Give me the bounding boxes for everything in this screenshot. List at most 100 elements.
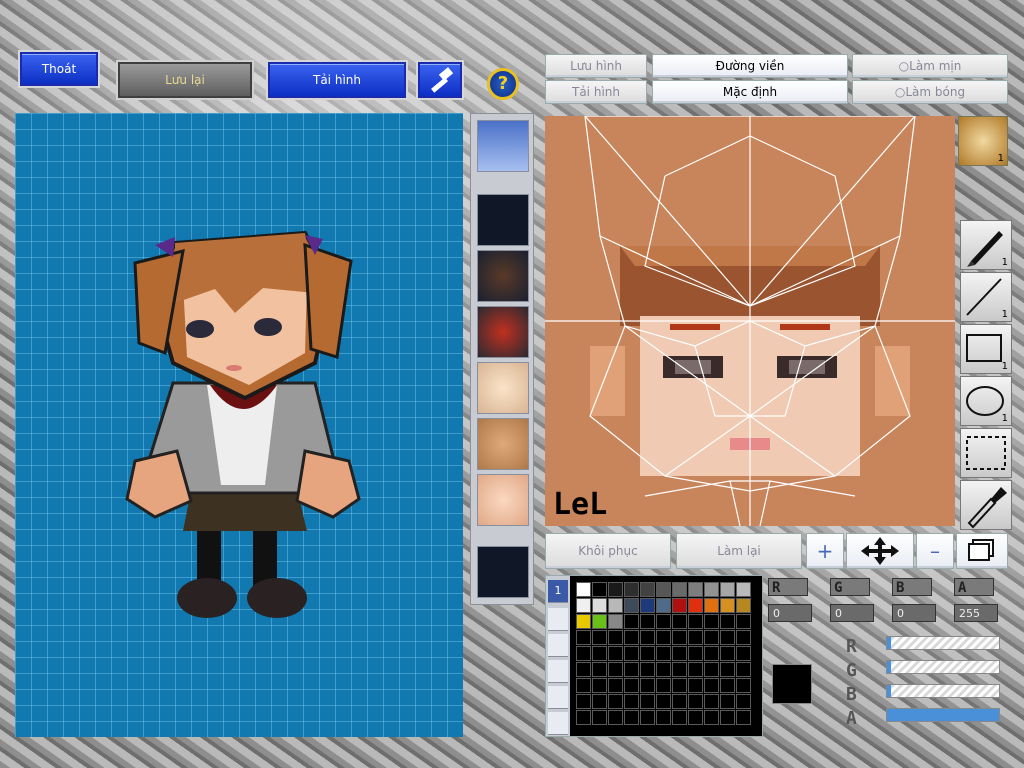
thumb-empty-2[interactable] [477,546,529,598]
palette-swatch[interactable] [736,646,751,661]
palette-swatch[interactable] [624,630,639,645]
palette-swatch[interactable] [592,646,607,661]
palette-swatch[interactable] [576,662,591,677]
palette-swatch[interactable] [720,694,735,709]
palette-swatch[interactable] [672,710,687,725]
palette-swatch[interactable] [672,678,687,693]
alpha-channel-label[interactable]: A [954,578,994,596]
palette-swatch[interactable] [624,646,639,661]
palette-swatch[interactable] [624,614,639,629]
palette-swatch[interactable] [736,630,751,645]
blue-slider[interactable] [886,684,1000,698]
palette-swatch[interactable] [736,694,751,709]
alpha-value-field[interactable]: 255 [954,604,998,622]
palette-swatch[interactable] [720,662,735,677]
palette-swatch[interactable] [656,694,671,709]
palette-swatch[interactable] [688,678,703,693]
palette-swatch[interactable] [720,646,735,661]
tool-eyedropper[interactable] [960,480,1012,530]
palette-swatch[interactable] [624,598,639,613]
palette-swatch[interactable] [704,598,719,613]
red-channel-label[interactable]: R [768,578,808,596]
palette-swatch[interactable] [608,614,623,629]
palette-swatch[interactable] [688,710,703,725]
palette-swatch[interactable] [624,694,639,709]
save-button[interactable]: Lưu lại [116,60,254,100]
alpha-slider[interactable] [886,708,1000,722]
palette-swatch[interactable] [592,598,607,613]
palette-swatch[interactable] [640,710,655,725]
palette-swatch[interactable] [736,710,751,725]
palette-swatch[interactable] [704,678,719,693]
shine-option[interactable]: ○Làm bóng [852,80,1008,104]
save-image-button[interactable]: Lưu hình [545,54,647,78]
palette-swatch[interactable] [736,582,751,597]
character-preview[interactable] [15,113,463,737]
palette-swatch[interactable] [720,598,735,613]
zoom-in-button[interactable]: + [806,533,844,569]
palette-swatch[interactable] [576,630,591,645]
red-value-field[interactable]: 0 [768,604,812,622]
palette-swatch[interactable] [656,630,671,645]
palette-swatch[interactable] [640,598,655,613]
palette-swatch[interactable] [576,710,591,725]
palette-swatch[interactable] [704,630,719,645]
thumb-body[interactable] [477,306,529,358]
palette-swatch[interactable] [672,646,687,661]
layer-button[interactable] [956,533,1008,569]
palette-swatch[interactable] [688,694,703,709]
palette-swatch[interactable] [624,678,639,693]
palette-swatch[interactable] [720,630,735,645]
exit-button[interactable]: Thoát [18,50,100,88]
palette-swatch[interactable] [640,614,655,629]
palette-swatch[interactable] [656,598,671,613]
palette-swatch[interactable] [608,598,623,613]
palette-swatch[interactable] [672,662,687,677]
palette-swatch[interactable] [688,630,703,645]
palette-swatch[interactable] [704,582,719,597]
tool-ellipse[interactable]: 1 [960,376,1012,426]
palette-swatch[interactable] [736,662,751,677]
palette-swatch[interactable] [704,662,719,677]
thumb-face-2[interactable] [477,418,529,470]
palette-tab-4[interactable] [548,660,568,683]
palette-swatch[interactable] [672,598,687,613]
palette-swatch[interactable] [576,694,591,709]
smooth-option[interactable]: ○Làm mịn [852,54,1008,78]
palette-swatch[interactable] [656,662,671,677]
tool-brush[interactable]: 1 [960,220,1012,270]
palette-swatch[interactable] [736,678,751,693]
palette-swatch[interactable] [576,646,591,661]
palette-swatch[interactable] [640,630,655,645]
palette-swatch[interactable] [688,582,703,597]
palette-swatch[interactable] [720,678,735,693]
palette-swatch[interactable] [576,598,591,613]
palette-swatch[interactable] [656,710,671,725]
palette-swatch[interactable] [640,582,655,597]
redo-button[interactable]: Làm lại [676,533,802,569]
palette-swatch[interactable] [704,694,719,709]
palette-swatch[interactable] [592,710,607,725]
green-value-field[interactable]: 0 [830,604,874,622]
palette-swatch[interactable] [656,646,671,661]
tool-line[interactable]: 1 [960,272,1012,322]
tool-selection[interactable] [960,428,1012,478]
palette-swatch[interactable] [720,582,735,597]
palette-swatch[interactable] [672,614,687,629]
palette-swatch[interactable] [672,582,687,597]
blue-channel-label[interactable]: B [892,578,932,596]
palette-swatch[interactable] [592,678,607,693]
palette-swatch[interactable] [608,710,623,725]
palette-swatch[interactable] [672,630,687,645]
load-image-button[interactable]: Tải hình [545,80,647,104]
palette-swatch[interactable] [688,614,703,629]
red-slider[interactable] [886,636,1000,650]
face-preview-thumb[interactable]: 1 [958,116,1008,166]
palette-swatch[interactable] [576,614,591,629]
palette-swatch[interactable] [624,582,639,597]
palette-swatch[interactable] [608,646,623,661]
help-button[interactable]: ? [487,68,519,100]
palette-swatch[interactable] [608,582,623,597]
thumb-accessory[interactable] [477,250,529,302]
reload-button[interactable]: Tải hình [266,60,408,100]
